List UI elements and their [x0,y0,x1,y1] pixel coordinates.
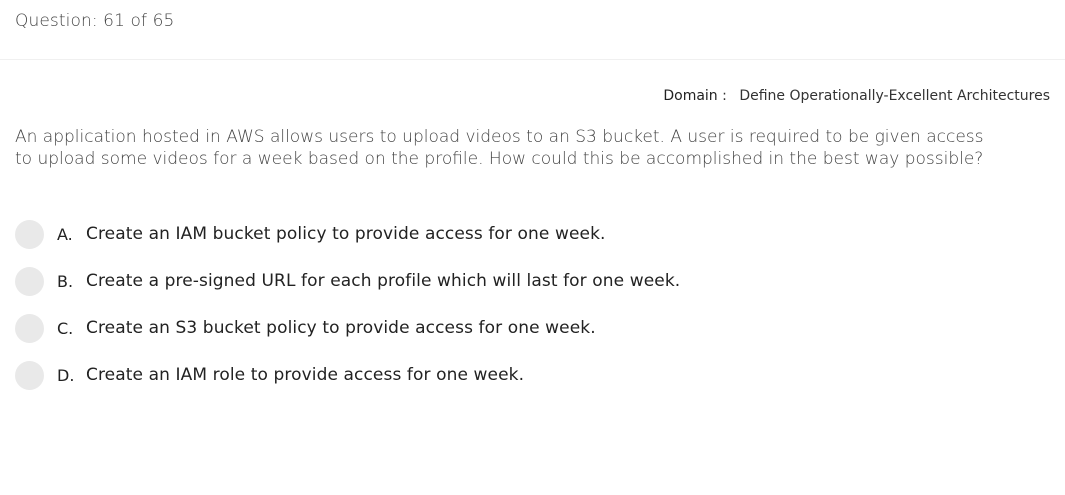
option-letter: D. [57,365,75,385]
radio-button[interactable] [15,360,44,390]
radio-button[interactable] [15,266,44,296]
question-header: Question: 61 of 65 [0,0,1065,60]
option-text: Create an IAM bucket policy to provide a… [86,224,606,244]
answer-options: A. Create an IAM bucket policy to provid… [15,219,915,407]
domain-separator: : [722,88,727,104]
radio-button[interactable] [15,313,44,343]
question-counter: Question: 61 of 65 [15,11,175,31]
domain-label: Domain [663,88,718,104]
quiz-page: Question: 61 of 65 Domain : Define Opera… [0,0,1065,495]
option-letter: A. [57,224,73,244]
option-letter: B. [57,271,74,291]
radio-button[interactable] [15,219,44,249]
option-b[interactable]: B. Create a pre-signed URL for each prof… [15,266,915,296]
option-text: Create an S3 bucket policy to provide ac… [86,318,596,338]
question-text: An application hosted in AWS allows user… [15,127,984,169]
option-c[interactable]: C. Create an S3 bucket policy to provide… [15,313,915,343]
option-d[interactable]: D. Create an IAM role to provide access … [15,360,915,390]
domain-value: Define Operationally-Excellent Architect… [739,88,1050,104]
option-letter: C. [57,318,74,338]
option-a[interactable]: A. Create an IAM bucket policy to provid… [15,219,915,249]
domain-line: Domain : Define Operationally-Excellent … [663,88,1050,104]
option-text: Create an IAM role to provide access for… [86,365,525,385]
option-text: Create a pre-signed URL for each profile… [86,271,681,291]
